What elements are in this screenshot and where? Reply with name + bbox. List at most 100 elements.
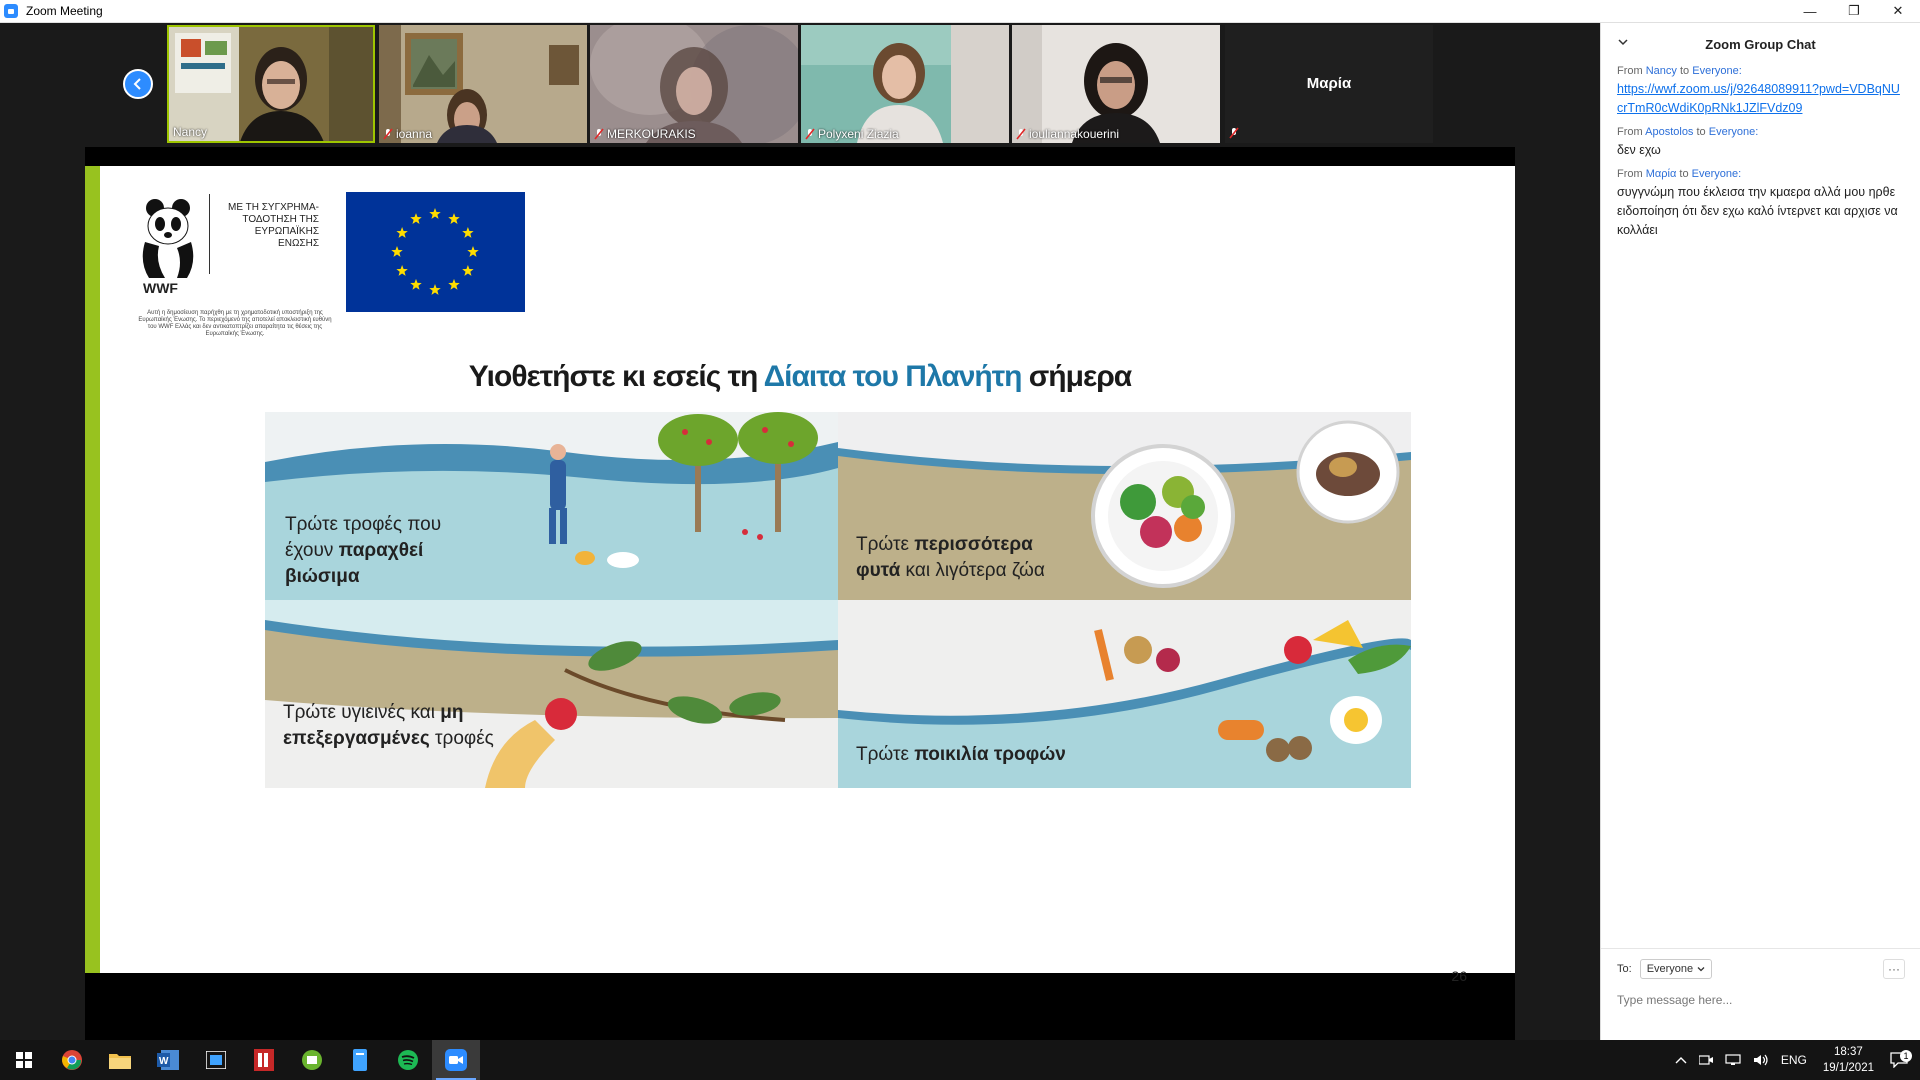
chrome-icon (62, 1050, 82, 1070)
participant-video (801, 25, 1009, 143)
taskbar-pdf-reader[interactable] (240, 1040, 288, 1080)
muted-mic-icon (1016, 128, 1026, 140)
participant-tile-polyxeni-ziazia[interactable]: Polyxeni Ziazia (801, 25, 1009, 143)
slide-accent-bar (85, 166, 100, 973)
window-controls: — ❐ ✕ (1788, 0, 1920, 22)
taskbar-spotify[interactable] (384, 1040, 432, 1080)
muted-mic-icon (1229, 127, 1239, 139)
more-options-button[interactable]: ··· (1883, 959, 1905, 979)
eu-star-icon (410, 213, 422, 224)
taskbar-video-editor[interactable] (192, 1040, 240, 1080)
recipient-row: To: Everyone ··· (1601, 949, 1920, 979)
recipient-dropdown[interactable]: Everyone (1639, 959, 1713, 979)
eu-star-icon (429, 284, 441, 295)
restore-button[interactable]: ❐ (1832, 0, 1876, 22)
notification-count: 1 (1900, 1050, 1912, 1062)
tray-language[interactable]: ENG (1775, 1053, 1813, 1067)
participant-tile-merkourakis[interactable]: MERKOURAKIS (590, 25, 798, 143)
panel-text: Τρώτε περισσότερα φυτά και λιγότερα ζώα (856, 534, 1045, 581)
participant-name: MERKOURAKIS (594, 127, 696, 141)
wwf-logo-text: WWF (143, 280, 178, 296)
panda-logo-icon (142, 199, 194, 278)
chat-message-body: συγγνώμη που έκλεισα την κμαερα αλλά μου… (1617, 185, 1898, 237)
participant-video (379, 25, 587, 143)
chat-composer: To: Everyone ··· (1601, 948, 1920, 1040)
diet-panels: Τρώτε τροφές που έχουν παραχθεί βιώσιμα … (265, 412, 1411, 788)
eu-star-icon (448, 278, 460, 290)
participant-name: iouliannakouerini (1016, 127, 1119, 141)
participant-name: Μαρία (1306, 75, 1352, 92)
eu-star-icon (462, 265, 474, 276)
shared-slide: WWF ΜΕ ΤΗ ΣΥΓΧΡΗΜΑ-ΤΟΔΟΤΗΣΗ ΤΗΣ ΕΥΡΩΠΑΪΚ… (85, 166, 1515, 984)
participant-tile-maria[interactable]: Μαρία (1225, 25, 1433, 143)
muted-mic-icon (383, 128, 393, 140)
camera-icon (1698, 1055, 1713, 1065)
window-title: Zoom Meeting (26, 4, 103, 18)
taskbar-zoom[interactable] (432, 1040, 480, 1080)
slide-title: Υιοθετήστε κι εσείς τη Δίαιτα του Πλανήτ… (468, 360, 1132, 393)
chat-message-body: δεν εχω (1617, 143, 1661, 157)
taskbar-file-explorer[interactable] (96, 1040, 144, 1080)
film-icon (206, 1051, 226, 1069)
word-icon: W (157, 1050, 179, 1070)
close-button[interactable]: ✕ (1876, 0, 1920, 22)
minimize-button[interactable]: — (1788, 0, 1832, 22)
logo-area: WWF ΜΕ ΤΗ ΣΥΓΧΡΗΜΑ-ΤΟΔΟΤΗΣΗ ΤΗΣ ΕΥΡΩΠΑΪΚ… (135, 192, 535, 342)
chat-message-input[interactable] (1617, 993, 1905, 1007)
eu-star-icon (448, 213, 460, 224)
network-icon (1725, 1054, 1741, 1065)
document-icon (353, 1049, 367, 1071)
tray-network[interactable] (1719, 1054, 1747, 1066)
slide-title-accent: Δίαιτα του Πλανήτη (763, 360, 1023, 393)
taskbar-chrome[interactable] (48, 1040, 96, 1080)
tray-meet-now[interactable] (1693, 1054, 1719, 1066)
tray-volume[interactable] (1747, 1054, 1775, 1066)
tray-overflow-button[interactable] (1669, 1055, 1693, 1065)
tray-notifications[interactable]: 1 (1884, 1050, 1920, 1068)
previous-page-button[interactable] (123, 69, 153, 99)
panel-text: Τρώτε ποικιλία τροφών (856, 744, 1066, 765)
zoom-app-icon (4, 4, 18, 18)
windows-logo-icon (16, 1052, 32, 1068)
panel-unprocessed: Τρώτε υγιεινές και μη επεξεργασμένες τρο… (265, 600, 838, 788)
volume-icon (1753, 1054, 1768, 1066)
svg-text:W: W (159, 1056, 169, 1067)
chat-message: From Apostolos to Everyone: δεν εχω (1601, 126, 1920, 160)
system-tray: ENG 18:37 19/1/2021 1 (1669, 1040, 1920, 1080)
chat-message: From Nancy to Everyone: https://wwf.zoom… (1601, 65, 1920, 118)
panel-text: Τρώτε τροφές που έχουν παραχθεί βιώσιμα (285, 514, 442, 587)
participant-video (590, 25, 798, 143)
chevron-down-icon[interactable] (1617, 36, 1629, 48)
eu-star-icon (410, 278, 422, 290)
taskbar-green-app[interactable] (288, 1040, 336, 1080)
logo-divider (209, 194, 210, 274)
slide-page-number: 26 (1451, 968, 1467, 984)
start-button[interactable] (0, 1040, 48, 1080)
eu-star-icon (429, 208, 441, 219)
participant-tile-nancy[interactable]: Nancy (167, 25, 375, 143)
recipient-label: To: (1617, 963, 1632, 975)
participant-strip: Nancy ioanna MERKOURAKIS Polyxeni Ziazia… (0, 23, 1600, 145)
chat-message-link[interactable]: https://wwf.zoom.us/j/92648089911?pwd=VD… (1617, 80, 1904, 118)
chat-message-meta: From Apostolos to Everyone: (1617, 126, 1759, 138)
taskbar: W ENG 18:37 19/1/2021 1 (0, 1040, 1920, 1080)
eu-star-icon (396, 227, 408, 238)
taskbar-document-app[interactable] (336, 1040, 384, 1080)
chat-message-meta: From Nancy to Everyone: (1617, 65, 1742, 77)
panel-sustainable: Τρώτε τροφές που έχουν παραχθεί βιώσιμα (265, 412, 838, 600)
chevron-down-icon (1697, 967, 1705, 972)
disclaimer-text: Αυτή η δημοσίευση παρήχθη με τη χρηματοδ… (138, 310, 332, 337)
taskbar-word[interactable]: W (144, 1040, 192, 1080)
participant-tile-ioanna[interactable]: ioanna (379, 25, 587, 143)
zoom-icon (445, 1049, 467, 1071)
eu-star-icon (467, 246, 479, 257)
eu-stars-icon (391, 208, 479, 295)
cofund-text: ΜΕ ΤΗ ΣΥΓΧΡΗΜΑ-ΤΟΔΟΤΗΣΗ ΤΗΣ ΕΥΡΩΠΑΪΚΗΣ Ε… (228, 202, 319, 249)
tray-clock[interactable]: 18:37 19/1/2021 (1813, 1044, 1884, 1076)
participant-name: Polyxeni Ziazia (805, 127, 899, 141)
participant-name: ioanna (383, 127, 432, 141)
chat-message: From Μαρία to Everyone: συγγνώμη που έκλ… (1601, 168, 1920, 240)
participant-tile-iouliannakouerini[interactable]: iouliannakouerini (1012, 25, 1220, 143)
participant-video (1012, 25, 1220, 143)
chat-header: Zoom Group Chat (1601, 23, 1920, 65)
